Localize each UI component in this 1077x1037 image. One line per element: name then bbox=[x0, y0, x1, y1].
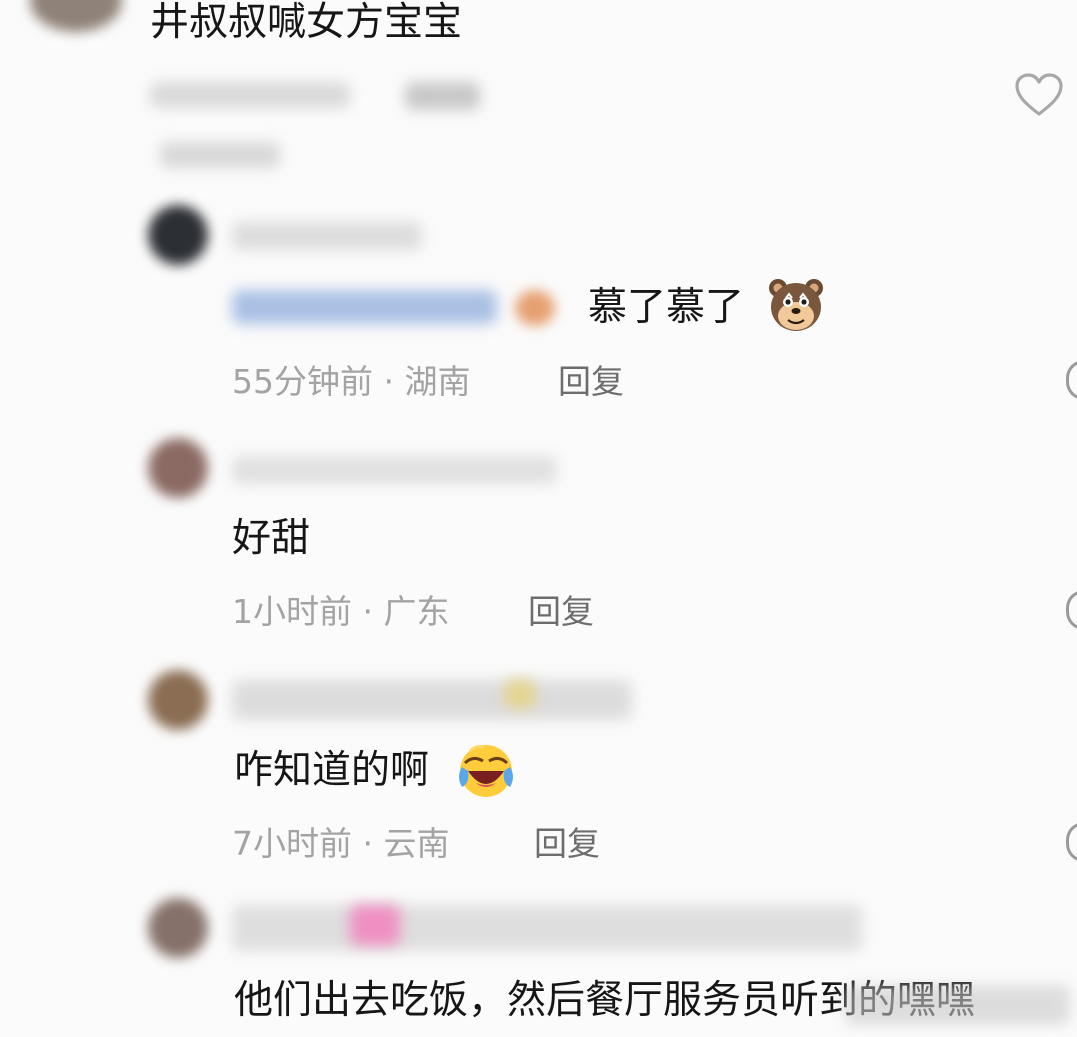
timestamp: 7小时前 bbox=[232, 824, 352, 863]
blurred-emoji bbox=[505, 680, 535, 708]
comment-text: 井叔叔喊女方宝宝 bbox=[150, 0, 463, 45]
comment-text: 咋知道的啊 bbox=[234, 748, 430, 793]
reply-button[interactable]: 回复 bbox=[528, 592, 594, 632]
heart-outline-icon[interactable] bbox=[1014, 72, 1064, 118]
blurred-username[interactable] bbox=[232, 456, 557, 484]
blurred-meta bbox=[150, 82, 350, 108]
separator: · bbox=[362, 824, 374, 863]
laugh-tears-emoji bbox=[459, 745, 513, 797]
reply-meta: 1小时前 · 广东 bbox=[232, 592, 450, 632]
avatar[interactable] bbox=[148, 438, 208, 498]
blurred-expand[interactable] bbox=[160, 142, 280, 168]
reply-button[interactable]: 回复 bbox=[534, 824, 600, 864]
blurred-emoji bbox=[515, 290, 555, 326]
blurred-username[interactable] bbox=[232, 680, 632, 720]
reply-button[interactable]: 回复 bbox=[558, 362, 624, 402]
blurred-username[interactable] bbox=[232, 222, 422, 250]
like-icon[interactable] bbox=[1066, 590, 1077, 630]
separator: · bbox=[383, 362, 395, 401]
like-icon[interactable] bbox=[1066, 822, 1077, 862]
region: 广东 bbox=[383, 592, 450, 631]
region: 湖南 bbox=[404, 362, 471, 401]
avatar[interactable] bbox=[148, 670, 208, 730]
avatar[interactable] bbox=[148, 898, 208, 958]
comment-text: 慕了慕了 bbox=[588, 285, 745, 330]
blurred-username[interactable] bbox=[232, 905, 862, 951]
region: 云南 bbox=[383, 824, 450, 863]
separator: · bbox=[362, 592, 374, 631]
reply-meta: 7小时前 · 云南 bbox=[232, 824, 450, 864]
blurred-mention[interactable] bbox=[232, 290, 497, 324]
avatar[interactable] bbox=[148, 205, 208, 265]
timestamp: 1小时前 bbox=[232, 592, 352, 631]
watermark bbox=[845, 985, 1070, 1025]
blurred-reply[interactable] bbox=[405, 82, 480, 110]
avatar[interactable] bbox=[30, 0, 122, 32]
timestamp: 55分钟前 bbox=[232, 362, 373, 401]
like-icon[interactable] bbox=[1066, 360, 1077, 400]
comment-text: 好甜 bbox=[232, 516, 311, 561]
bear-face-emoji bbox=[769, 279, 823, 331]
blurred-emoji bbox=[350, 905, 400, 945]
reply-meta: 55分钟前 · 湖南 bbox=[232, 362, 471, 402]
